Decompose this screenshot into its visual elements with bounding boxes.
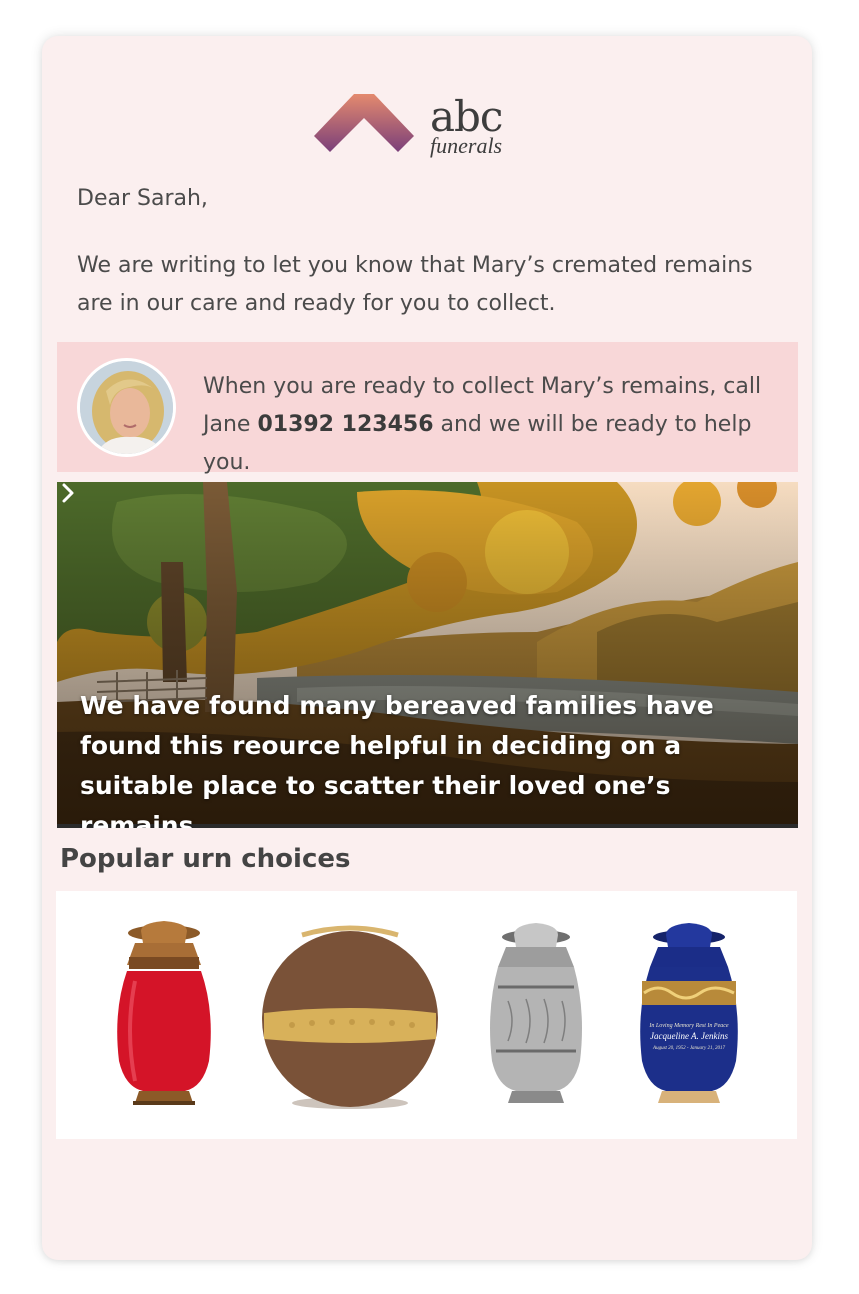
phone-number[interactable]: 01392 123456 xyxy=(257,412,433,437)
hero-text: We have found many bereaved families hav… xyxy=(80,691,714,828)
blue-gold-urn-icon[interactable]: In Loving Memory Rest In Peace Jacquelin… xyxy=(634,891,744,1139)
brand-tagline: funerals xyxy=(430,133,503,158)
urn-gallery: In Loving Memory Rest In Peace Jacquelin… xyxy=(56,891,797,1139)
contact-panel: When you are ready to collect Mary’s rem… xyxy=(57,342,798,475)
avatar xyxy=(77,358,176,457)
urn-engraving-line-3: August 20, 1952 - January 21, 2017 xyxy=(652,1046,725,1051)
email-card: abc funerals Dear Sarah, We are writing … xyxy=(42,36,812,1260)
contact-text: When you are ready to collect Mary’s rem… xyxy=(203,368,783,482)
urn-engraving-line-2: Jacqueline A. Jenkins xyxy=(650,1031,729,1041)
logo-chevron-icon xyxy=(314,94,414,152)
urn-engraving-line-1: In Loving Memory Rest In Peace xyxy=(648,1023,728,1029)
portrait-image xyxy=(80,361,173,454)
chevron-right-icon[interactable] xyxy=(57,482,79,504)
intro-text: We are writing to let you know that Mary… xyxy=(77,253,753,316)
red-brass-urn-icon[interactable] xyxy=(111,891,217,1139)
scattering-resource-banner[interactable]: We have found many bereaved families hav… xyxy=(57,482,798,828)
brand-logo[interactable]: abc funerals xyxy=(314,92,514,162)
brown-sphere-urn-icon[interactable] xyxy=(262,891,438,1139)
urn-section-title: Popular urn choices xyxy=(60,844,351,874)
greeting: Dear Sarah, xyxy=(77,186,208,211)
silver-engraved-urn-icon[interactable] xyxy=(486,891,586,1139)
